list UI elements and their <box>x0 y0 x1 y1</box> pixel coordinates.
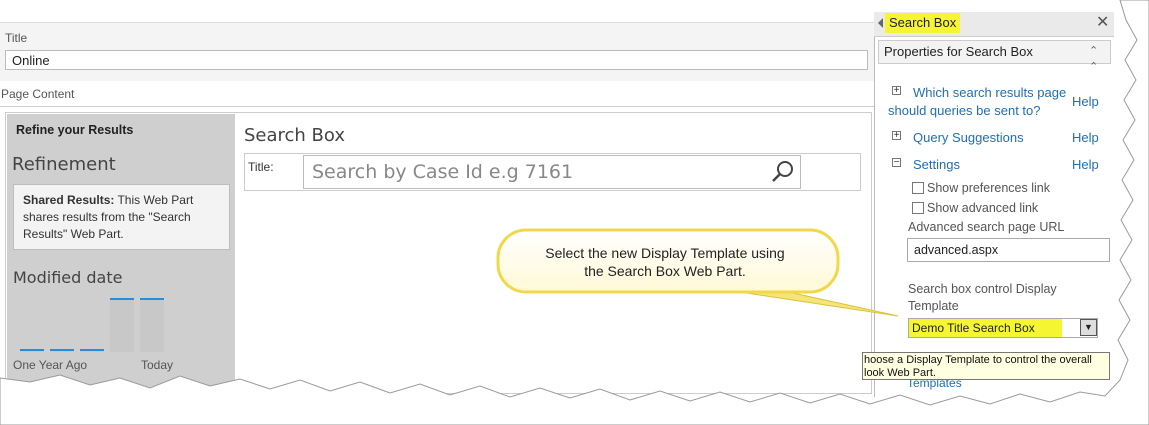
collapse-section-icon[interactable]: − <box>892 158 901 168</box>
collapse-icon[interactable]: ⌃ ⌃ <box>1089 43 1098 75</box>
search-box-webpart-title: Search Box <box>244 125 346 146</box>
show-advanced-checkbox[interactable] <box>912 202 924 214</box>
show-advanced-label: Show advanced link <box>927 201 1039 215</box>
section-settings-link[interactable]: Settings <box>913 157 960 172</box>
slider-end-label: Today <box>141 358 174 372</box>
search-title-label: Title: <box>248 160 274 174</box>
histogram-bar[interactable] <box>80 349 104 352</box>
callout-text: Select the new Display Template using th… <box>510 244 820 280</box>
refinement-heading: Refinement <box>12 154 116 175</box>
tool-pane-title: Search Box <box>885 13 961 33</box>
shared-results-notice: Shared Results: This Web Part shares res… <box>13 184 230 250</box>
advanced-url-label: Advanced search page URL <box>908 220 1065 234</box>
shared-results-bold: Shared Results: <box>23 193 115 207</box>
display-template-value[interactable]: Demo Title Search Box <box>909 319 1062 337</box>
callout-line-2: the Search Box Web Part. <box>584 263 746 279</box>
help-link[interactable]: Help <box>1072 94 1099 109</box>
refine-results-header: Refine your Results <box>16 123 134 137</box>
advanced-url-input[interactable]: advanced.aspx <box>907 238 1110 262</box>
section-query-suggestions-link[interactable]: Query Suggestions <box>913 130 1024 145</box>
help-link[interactable]: Help <box>1072 130 1099 145</box>
back-arrow-icon[interactable] <box>878 18 883 28</box>
modified-date-heading: Modified date <box>13 268 123 287</box>
chevron-down-icon[interactable]: ▼ <box>1080 319 1097 336</box>
histogram-bar[interactable] <box>50 349 74 352</box>
show-preferences-checkbox[interactable] <box>912 182 924 194</box>
search-icon[interactable] <box>771 160 795 184</box>
properties-header: Properties for Search Box <box>878 40 1111 64</box>
expand-icon[interactable]: + <box>892 131 901 141</box>
histogram-bar[interactable] <box>20 349 44 352</box>
modified-date-histogram[interactable] <box>18 298 168 354</box>
title-input[interactable]: Online <box>5 50 868 70</box>
page-content-label: Page Content <box>1 87 75 101</box>
display-template-label: Search box control Display Template <box>908 282 1057 313</box>
search-input[interactable]: Search by Case Id e.g 7161 <box>303 155 801 189</box>
title-field-label: Title <box>5 31 28 45</box>
slider-start-label: One Year Ago <box>13 358 88 372</box>
section-results-page-link[interactable]: Which search results page should queries… <box>888 84 1068 120</box>
display-template-tooltip: hoose a Display Template to control the … <box>862 352 1110 380</box>
close-icon[interactable]: ✕ <box>1096 14 1109 32</box>
show-preferences-label: Show preferences link <box>927 181 1050 195</box>
histogram-bar[interactable] <box>110 298 134 352</box>
callout-line-1: Select the new Display Template using <box>545 245 785 261</box>
histogram-bar[interactable] <box>140 298 164 352</box>
help-link[interactable]: Help <box>1072 157 1099 172</box>
